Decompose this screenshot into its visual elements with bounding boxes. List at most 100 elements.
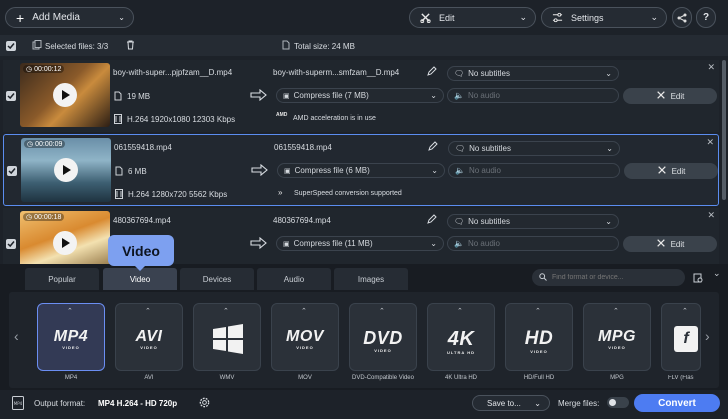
source-filename: 480367694.mp4 xyxy=(113,216,171,225)
compress-dropdown[interactable]: ▣ Compress file (11 MB) ⌄ xyxy=(276,236,444,251)
codec-info: H.264 1280x720 5562 Kbps xyxy=(128,190,228,199)
collapse-panel-icon[interactable]: ⌄ xyxy=(713,268,721,279)
avi-logo: AVI xyxy=(135,328,163,345)
remove-file-icon[interactable]: ✕ xyxy=(707,210,715,221)
output-filename: 480367694.mp4 xyxy=(273,216,331,225)
remove-file-icon[interactable]: ✕ xyxy=(706,137,714,148)
audio-dropdown[interactable]: 🔈 No audio xyxy=(447,236,619,251)
chevron-down-icon: ⌄ xyxy=(519,12,527,22)
tab-devices[interactable]: Devices xyxy=(180,268,254,290)
format-4k[interactable]: ⌃ 4K ULTRA HD xyxy=(427,303,495,371)
play-button[interactable] xyxy=(53,83,77,107)
audio-dropdown[interactable]: 🔈 No audio xyxy=(448,163,620,178)
file-checkbox[interactable] xyxy=(6,239,16,249)
output-format-label: Output format: xyxy=(34,399,86,408)
rename-pencil-icon[interactable] xyxy=(427,214,437,224)
edit-file-button[interactable]: Edit xyxy=(623,236,717,252)
scroll-left-icon[interactable]: ‹ xyxy=(14,328,19,344)
rename-pencil-icon[interactable] xyxy=(427,66,437,76)
format-mpg[interactable]: ⌃ MPG VIDEO xyxy=(583,303,651,371)
output-format-icon: MP4 xyxy=(12,396,24,410)
save-to-button[interactable]: Save to... ⌄ xyxy=(472,395,550,411)
format-avi[interactable]: ⌃ AVI VIDEO xyxy=(115,303,183,371)
format-flv[interactable]: ⌃ f xyxy=(661,303,701,371)
total-size: Total size: 24 MB xyxy=(294,42,355,51)
file-checkbox[interactable] xyxy=(6,91,16,101)
files-icon xyxy=(32,40,42,50)
format-label: FLV (Flas xyxy=(668,375,694,381)
selection-bar xyxy=(0,35,728,56)
video-thumbnail[interactable]: ◷ 00:00:09 xyxy=(21,138,111,202)
format-label: AVI xyxy=(144,375,154,381)
format-mp4[interactable]: ⌃ MP4 VIDEO xyxy=(37,303,105,371)
trash-icon[interactable] xyxy=(126,40,135,50)
chevron-up-icon: ⌃ xyxy=(457,308,463,315)
format-dvd[interactable]: ⌃ DVD VIDEO xyxy=(349,303,417,371)
tab-popular[interactable]: Popular xyxy=(25,268,99,290)
tab-audio[interactable]: Audio xyxy=(257,268,331,290)
chevron-down-icon: ⌄ xyxy=(118,13,125,22)
subtitles-dropdown[interactable]: 🗨 No subtitles ⌄ xyxy=(447,214,619,229)
select-all-checkbox[interactable] xyxy=(6,41,16,51)
chevron-up-icon: ⌃ xyxy=(223,308,229,315)
convert-button[interactable]: Convert xyxy=(634,394,720,412)
convert-arrow-icon xyxy=(250,89,268,101)
subtitles-dropdown[interactable]: 🗨 No subtitles ⌄ xyxy=(448,141,620,156)
add-media-button[interactable]: + Add Media ⌄ xyxy=(5,7,134,28)
clock-icon: ◷ xyxy=(27,141,34,148)
play-button[interactable] xyxy=(54,158,78,182)
compress-dropdown[interactable]: ▣ Compress file (6 MB) ⌄ xyxy=(277,163,445,178)
format-settings-icon[interactable] xyxy=(693,273,703,283)
output-format-value[interactable]: MP4 H.264 - HD 720p xyxy=(98,399,177,408)
format-search-box[interactable] xyxy=(532,269,685,286)
video-thumbnail[interactable]: ◷ 00:00:12 xyxy=(20,63,110,127)
mov-logo: MOV xyxy=(286,328,324,345)
edit-file-button[interactable]: Edit xyxy=(624,163,718,179)
audio-dropdown[interactable]: 🔈 No audio xyxy=(447,88,619,103)
mpg-logo: MPG xyxy=(598,328,636,345)
convert-arrow-icon xyxy=(250,237,268,249)
format-mov[interactable]: ⌃ MOV VIDEO xyxy=(271,303,339,371)
merge-files-toggle[interactable] xyxy=(607,397,629,408)
video-thumbnail[interactable]: ◷ 00:00:18 xyxy=(20,211,110,264)
compress-icon: ▣ xyxy=(283,240,290,248)
remove-file-icon[interactable]: ✕ xyxy=(707,62,715,73)
format-label: HD/Full HD xyxy=(523,375,555,381)
subtitles-dropdown[interactable]: 🗨 No subtitles ⌄ xyxy=(447,66,619,81)
film-icon xyxy=(115,189,123,199)
clock-icon: ◷ xyxy=(26,214,33,221)
file-checkbox[interactable] xyxy=(7,166,17,176)
share-button[interactable] xyxy=(672,7,692,28)
file-size-icon xyxy=(115,166,123,176)
superspeed-note: SuperSpeed conversion supported xyxy=(294,190,402,197)
format-label: 4K Ultra HD xyxy=(444,375,477,381)
output-filename: boy-with-superm...smfzam__D.mp4 xyxy=(273,68,400,77)
file-list-scrollbar[interactable] xyxy=(722,60,726,200)
scroll-right-icon[interactable]: › xyxy=(705,328,710,344)
format-hd[interactable]: ⌃ HD VIDEO xyxy=(505,303,573,371)
source-size: 19 MB xyxy=(127,92,151,101)
4k-logo: 4K xyxy=(447,328,475,350)
gear-icon[interactable] xyxy=(198,396,211,409)
scissors-icon xyxy=(656,238,666,250)
source-filename: boy-with-super...pjpfzam__D.mp4 xyxy=(113,68,233,77)
tab-images[interactable]: Images xyxy=(334,268,408,290)
settings-menu-button[interactable]: Settings ⌄ xyxy=(541,7,667,28)
format-search-input[interactable] xyxy=(552,274,682,281)
edit-menu-button[interactable]: Edit ⌄ xyxy=(409,7,536,28)
compress-icon: ▣ xyxy=(284,167,291,175)
duration-badge: ◷ 00:00:09 xyxy=(24,140,66,148)
edit-file-button[interactable]: Edit xyxy=(623,88,717,104)
play-button[interactable] xyxy=(53,231,77,255)
chevron-up-icon: ⌃ xyxy=(301,308,307,315)
format-wmv[interactable]: ⌃ xyxy=(193,303,261,371)
source-size: 6 MB xyxy=(128,167,147,176)
file-row: ◷ 00:00:12 boy-with-super...pjpfzam__D.mp… xyxy=(3,60,719,132)
rename-pencil-icon[interactable] xyxy=(428,141,438,151)
help-button[interactable]: ? xyxy=(696,7,716,28)
scissors-icon xyxy=(420,12,431,23)
plus-icon: + xyxy=(16,9,25,26)
tab-video[interactable]: Video xyxy=(103,268,177,290)
compress-dropdown[interactable]: ▣ Compress file (7 MB) ⌄ xyxy=(276,88,444,103)
chevron-down-icon: ⌄ xyxy=(431,166,438,175)
